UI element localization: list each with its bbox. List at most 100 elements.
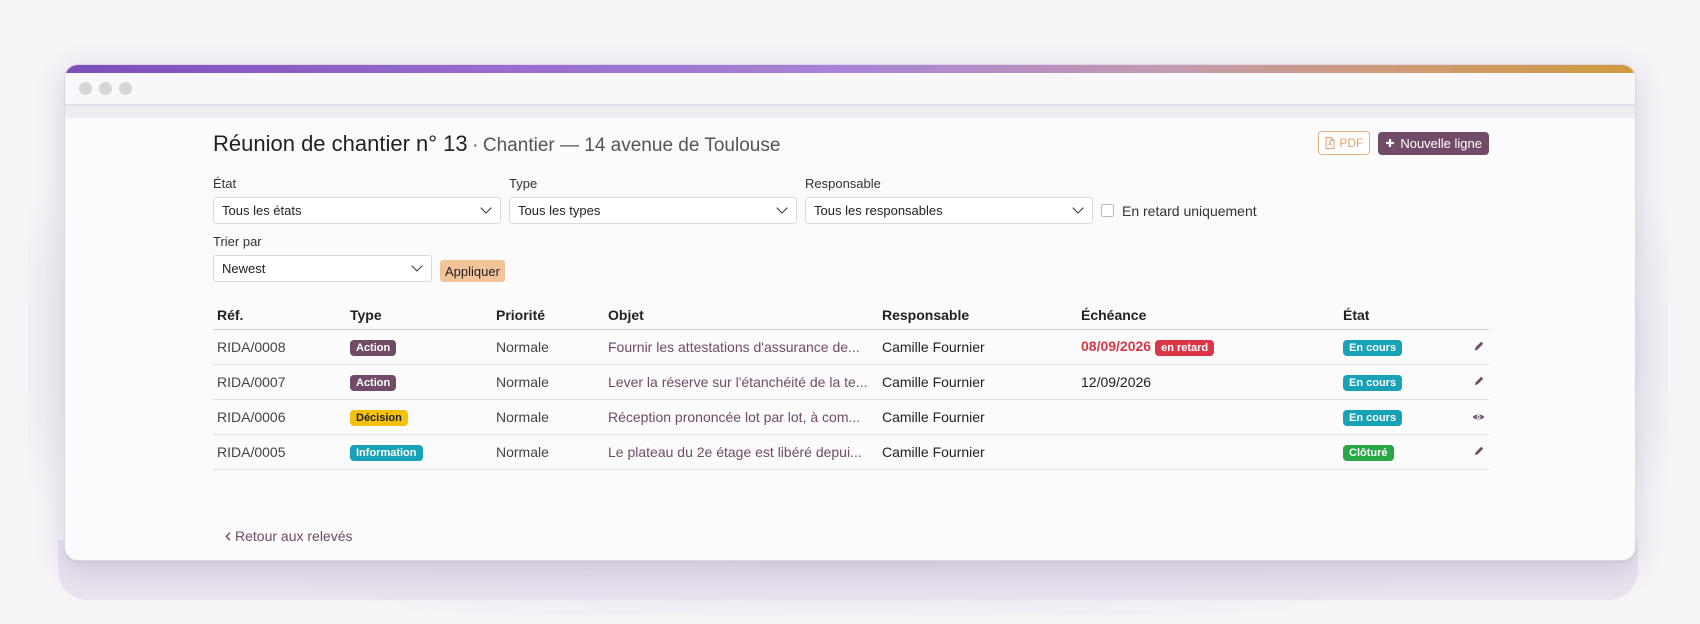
table-row[interactable]: RIDA/0007 Action Normale Lever la réserv…: [213, 364, 1489, 400]
column-header[interactable]: État: [1339, 300, 1463, 330]
type-filter: Type Tous les types: [509, 176, 797, 224]
sort-filter: Trier par Newest: [213, 234, 432, 282]
column-header[interactable]: Priorité: [492, 300, 604, 330]
owner-select[interactable]: Tous les responsables: [805, 197, 1093, 224]
table-row[interactable]: RIDA/0005 Information Normale Le plateau…: [213, 434, 1489, 470]
pencil-icon[interactable]: [1473, 375, 1485, 387]
main-content: Réunion de chantier n° 13 · Chantier — 1…: [213, 131, 1489, 470]
file-pdf-icon: [1325, 137, 1335, 149]
page-header: Réunion de chantier n° 13 · Chantier — 1…: [213, 131, 1489, 159]
due-cell: 12/09/2026: [1077, 364, 1339, 400]
back-link-label: Retour aux relevés: [235, 528, 353, 544]
sort-select-value: Newest: [222, 261, 266, 276]
page-title: Réunion de chantier n° 13: [213, 131, 468, 156]
state-cell: En cours: [1339, 364, 1463, 400]
apply-button[interactable]: Appliquer: [440, 260, 505, 282]
column-header-actions: [1463, 300, 1489, 330]
browser-window: Réunion de chantier n° 13 · Chantier — 1…: [64, 64, 1636, 561]
new-line-button[interactable]: Nouvelle ligne: [1378, 131, 1489, 155]
type-badge: Information: [350, 444, 423, 461]
priority-cell: Normale: [492, 399, 604, 435]
new-line-button-label: Nouvelle ligne: [1400, 135, 1482, 151]
late-badge: en retard: [1155, 339, 1215, 356]
object-link[interactable]: Fournir les attestations d'assurance de.…: [604, 329, 878, 365]
type-filter-label: Type: [509, 176, 538, 191]
object-link[interactable]: Lever la réserve sur l'étanchéité de la …: [604, 364, 878, 400]
page-subtitle: Chantier — 14 avenue de Toulouse: [482, 135, 781, 156]
owner-cell: Camille Fournier: [878, 434, 1077, 470]
due-cell: [1077, 434, 1339, 470]
owner-cell: Camille Fournier: [878, 399, 1077, 435]
type-cell: Décision: [346, 399, 492, 435]
due-cell: 08/09/2026 en retard: [1077, 329, 1339, 365]
owner-select-value: Tous les responsables: [814, 203, 943, 218]
type-badge: Action: [350, 339, 397, 356]
state-cell: En cours: [1339, 329, 1463, 365]
type-badge: Décision: [350, 409, 408, 426]
due-cell: [1077, 399, 1339, 435]
late-only-checkbox[interactable]: [1101, 204, 1114, 217]
priority-cell: Normale: [492, 364, 604, 400]
state-badge: Clôturé: [1343, 444, 1394, 461]
late-only-label: En retard uniquement: [1122, 202, 1257, 219]
table-header-row: Réf. Type Priorité Objet Responsable Éch…: [213, 300, 1489, 330]
type-cell: Information: [346, 434, 492, 470]
ref-cell: RIDA/0006: [213, 399, 346, 435]
object-link[interactable]: Réception prononcée lot par lot, à com..…: [604, 399, 878, 435]
row-action-cell: [1463, 399, 1489, 435]
ref-cell: RIDA/0007: [213, 364, 346, 400]
pdf-button-label: PDF: [1339, 136, 1364, 150]
header-actions: PDF Nouvelle ligne: [1318, 131, 1489, 155]
chevron-left-icon: [225, 531, 231, 541]
state-select-value: Tous les états: [222, 203, 302, 218]
row-action-cell: [1463, 364, 1489, 400]
pdf-button[interactable]: PDF: [1318, 131, 1371, 155]
state-select[interactable]: Tous les états: [213, 197, 501, 224]
window-close-dot[interactable]: [79, 82, 92, 95]
sort-row: Trier par Newest Appliquer: [213, 234, 1489, 282]
table-row[interactable]: RIDA/0006 Décision Normale Réception pro…: [213, 399, 1489, 435]
column-header[interactable]: Échéance: [1077, 300, 1339, 330]
owner-cell: Camille Fournier: [878, 364, 1077, 400]
object-link[interactable]: Le plateau du 2e étage est libéré depui.…: [604, 434, 878, 470]
sort-select[interactable]: Newest: [213, 255, 432, 282]
ref-cell: RIDA/0005: [213, 434, 346, 470]
window-minimize-dot[interactable]: [99, 82, 112, 95]
ref-cell: RIDA/0008: [213, 329, 346, 365]
state-badge: En cours: [1343, 339, 1403, 356]
row-action-cell: [1463, 434, 1489, 470]
column-header[interactable]: Responsable: [878, 300, 1077, 330]
window-maximize-dot[interactable]: [119, 82, 132, 95]
title-separator: ·: [472, 135, 479, 156]
filter-row: État Tous les états Type Tous les types …: [213, 176, 1489, 224]
eye-icon[interactable]: [1472, 412, 1485, 422]
pencil-icon[interactable]: [1473, 340, 1485, 352]
actions-table: Réf. Type Priorité Objet Responsable Éch…: [213, 300, 1489, 470]
state-badge: En cours: [1343, 374, 1403, 391]
pencil-icon[interactable]: [1473, 445, 1485, 457]
chevron-down-icon: [480, 201, 492, 214]
column-header[interactable]: Objet: [604, 300, 878, 330]
owner-filter: Responsable Tous les responsables: [805, 176, 1093, 224]
column-header[interactable]: Réf.: [213, 300, 346, 330]
type-cell: Action: [346, 364, 492, 400]
state-cell: Clôturé: [1339, 434, 1463, 470]
owner-filter-label: Responsable: [805, 176, 881, 191]
table-row[interactable]: RIDA/0008 Action Normale Fournir les att…: [213, 329, 1489, 365]
window-titlebar: [65, 73, 1635, 106]
state-badge: En cours: [1343, 409, 1403, 426]
window-accent-bar: [65, 65, 1635, 73]
type-cell: Action: [346, 329, 492, 365]
state-filter: État Tous les états: [213, 176, 501, 224]
owner-cell: Camille Fournier: [878, 329, 1077, 365]
row-action-cell: [1463, 329, 1489, 365]
type-badge: Action: [350, 374, 397, 391]
back-link[interactable]: Retour aux relevés: [225, 528, 353, 544]
due-date: 08/09/2026: [1081, 337, 1152, 354]
chevron-down-icon: [776, 201, 788, 214]
column-header[interactable]: Type: [346, 300, 492, 330]
toolbar-strip: [65, 106, 1635, 118]
type-select[interactable]: Tous les types: [509, 197, 797, 224]
chevron-down-icon: [411, 259, 423, 272]
late-only-filter[interactable]: En retard uniquement: [1101, 197, 1257, 224]
